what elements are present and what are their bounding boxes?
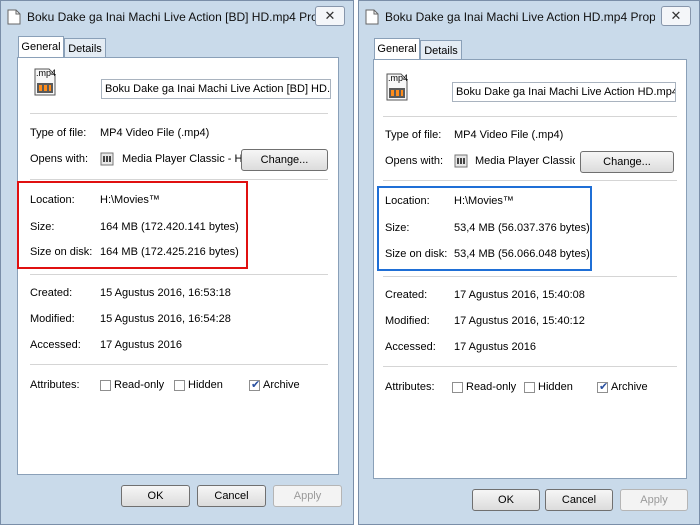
change-button[interactable]: Change... xyxy=(241,149,328,171)
attributes-label: Attributes: xyxy=(30,379,80,391)
separator xyxy=(30,113,328,114)
attributes-label: Attributes: xyxy=(385,381,435,393)
hidden-label: Hidden xyxy=(188,379,223,391)
modified-label: Modified: xyxy=(30,313,75,325)
type-label: Type of file: xyxy=(385,129,442,141)
read-only-label: Read-only xyxy=(114,379,165,391)
close-button[interactable]: ✕ xyxy=(661,6,691,26)
accessed-value: 17 Agustus 2016 xyxy=(100,339,182,351)
accessed-value: 17 Agustus 2016 xyxy=(454,341,536,353)
file-icon xyxy=(365,9,379,25)
separator xyxy=(383,180,677,181)
opens-with-label: Opens with: xyxy=(385,155,444,167)
archive-checkbox[interactable]: ✔ xyxy=(597,381,609,393)
change-button[interactable]: Change... xyxy=(580,151,674,173)
close-button[interactable]: ✕ xyxy=(315,6,345,26)
tab-general[interactable]: General xyxy=(374,38,420,60)
separator xyxy=(30,179,328,180)
archive-checkbox[interactable]: ✔ xyxy=(249,379,261,391)
type-label: Type of file: xyxy=(30,127,87,139)
size-highlight-box-red xyxy=(17,181,248,269)
modified-value: 15 Agustus 2016, 16:54:28 xyxy=(100,313,231,325)
created-value: 15 Agustus 2016, 16:53:18 xyxy=(100,287,231,299)
ok-button[interactable]: OK xyxy=(472,489,540,511)
media-player-icon xyxy=(454,154,468,168)
hidden-label: Hidden xyxy=(538,381,573,393)
file-name-field[interactable]: Boku Dake ga Inai Machi Live Action [BD]… xyxy=(101,79,331,99)
type-value: MP4 Video File (.mp4) xyxy=(454,129,564,141)
separator xyxy=(383,276,677,277)
opens-with-value: Media Player Classic - H xyxy=(122,153,243,165)
icon-label: .mp4 xyxy=(36,68,57,78)
tab-details[interactable]: Details xyxy=(420,40,462,60)
media-player-icon xyxy=(100,152,114,166)
read-only-checkbox[interactable] xyxy=(100,380,111,391)
created-label: Created: xyxy=(30,287,73,299)
file-name-field[interactable]: Boku Dake ga Inai Machi Live Action HD.m… xyxy=(452,82,676,102)
cancel-button[interactable]: Cancel xyxy=(545,489,613,511)
separator xyxy=(30,274,328,275)
read-only-checkbox[interactable] xyxy=(452,382,463,393)
size-highlight-box-blue xyxy=(377,186,592,271)
icon-label: .mp4 xyxy=(388,73,409,83)
created-value: 17 Agustus 2016, 15:40:08 xyxy=(454,289,585,301)
title-bar[interactable]: Boku Dake ga Inai Machi Live Action [BD]… xyxy=(1,1,353,31)
accessed-label: Accessed: xyxy=(385,341,436,353)
archive-label: Archive xyxy=(611,381,648,393)
read-only-label: Read-only xyxy=(466,381,517,393)
file-icon xyxy=(7,9,21,25)
title-bar[interactable]: Boku Dake ga Inai Machi Live Action HD.m… xyxy=(359,1,699,31)
window-title: Boku Dake ga Inai Machi Live Action [BD]… xyxy=(27,10,315,24)
tab-details[interactable]: Details xyxy=(64,38,106,58)
ok-button[interactable]: OK xyxy=(121,485,190,507)
cancel-button[interactable]: Cancel xyxy=(197,485,266,507)
separator xyxy=(383,116,677,117)
modified-value: 17 Agustus 2016, 15:40:12 xyxy=(454,315,585,327)
hidden-checkbox[interactable] xyxy=(524,382,535,393)
opens-with-value: Media Player Classic - H xyxy=(475,155,575,167)
tab-general[interactable]: General xyxy=(18,36,64,58)
opens-with-label: Opens with: xyxy=(30,153,89,165)
check-mark-icon: ✔ xyxy=(251,379,261,391)
check-mark-icon: ✔ xyxy=(599,381,609,393)
archive-label: Archive xyxy=(263,379,300,391)
window-title: Boku Dake ga Inai Machi Live Action HD.m… xyxy=(385,10,655,24)
separator xyxy=(383,366,677,367)
type-value: MP4 Video File (.mp4) xyxy=(100,127,210,139)
separator xyxy=(30,364,328,365)
modified-label: Modified: xyxy=(385,315,430,327)
apply-button[interactable]: Apply xyxy=(620,489,688,511)
accessed-label: Accessed: xyxy=(30,339,81,351)
apply-button[interactable]: Apply xyxy=(273,485,342,507)
created-label: Created: xyxy=(385,289,428,301)
hidden-checkbox[interactable] xyxy=(174,380,185,391)
